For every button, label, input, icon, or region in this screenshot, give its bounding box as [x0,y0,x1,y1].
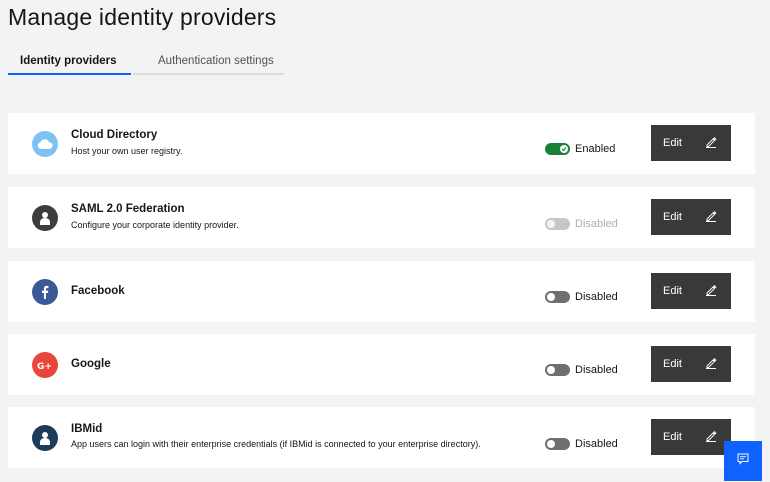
check-icon [561,147,567,152]
provider-name: Facebook [71,285,125,297]
pencil-icon [705,136,717,151]
provider-card-facebook: Facebook Disabled Edit [8,261,755,322]
status-label: Disabled [575,291,618,303]
feedback-button[interactable] [724,441,762,481]
edit-button-label: Edit [663,285,682,297]
tab-identity-providers[interactable]: Identity providers [8,48,131,75]
edit-button[interactable]: Edit [651,199,731,235]
edit-button[interactable]: Edit [651,346,731,382]
pencil-icon [705,430,717,445]
provider-description: Host your own user registry. [71,146,183,156]
chat-icon [737,452,749,470]
provider-card-ibmid: IBMid App users can login with their ent… [8,407,755,468]
provider-card-saml: SAML 2.0 Federation Configure your corpo… [8,187,755,248]
provider-card-google: G+ Google Disabled Edit [8,334,755,395]
status-label: Enabled [575,143,616,155]
provider-name: Cloud Directory [71,129,158,141]
tab-list: Identity providers Authentication settin… [8,48,284,75]
pencil-icon [705,210,717,225]
toggle-knob [547,220,555,228]
provider-description: App users can login with their enterpris… [71,439,481,449]
edit-button-label: Edit [663,137,682,149]
provider-toggle[interactable] [545,291,570,303]
page-title: Manage identity providers [8,4,277,30]
toggle-knob [547,366,555,374]
status-label: Disabled [575,218,618,230]
edit-button-label: Edit [663,211,682,223]
toggle-knob [547,293,555,301]
provider-name: SAML 2.0 Federation [71,203,185,215]
tab-authentication-settings[interactable]: Authentication settings [133,48,284,75]
provider-description: Configure your corporate identity provid… [71,220,239,230]
edit-button[interactable]: Edit [651,419,731,455]
status-label: Disabled [575,364,618,376]
facebook-icon [32,279,58,305]
provider-card-cloud-directory: Cloud Directory Host your own user regis… [8,113,755,174]
edit-button[interactable]: Edit [651,273,731,309]
provider-name: Google [71,358,111,370]
provider-toggle[interactable] [545,364,570,376]
provider-toggle[interactable] [545,438,570,450]
provider-name: IBMid [71,423,103,435]
edit-button-label: Edit [663,431,682,443]
pencil-icon [705,357,717,372]
status-label: Disabled [575,438,618,450]
cloud-icon [32,131,58,157]
edit-button[interactable]: Edit [651,125,731,161]
google-plus-icon: G+ [32,352,58,378]
edit-button-label: Edit [663,358,682,370]
toggle-knob [547,440,555,448]
user-icon [32,205,58,231]
pencil-icon [705,284,717,299]
user-icon [32,425,58,451]
svg-text:G+: G+ [37,362,52,370]
provider-toggle [545,218,570,230]
